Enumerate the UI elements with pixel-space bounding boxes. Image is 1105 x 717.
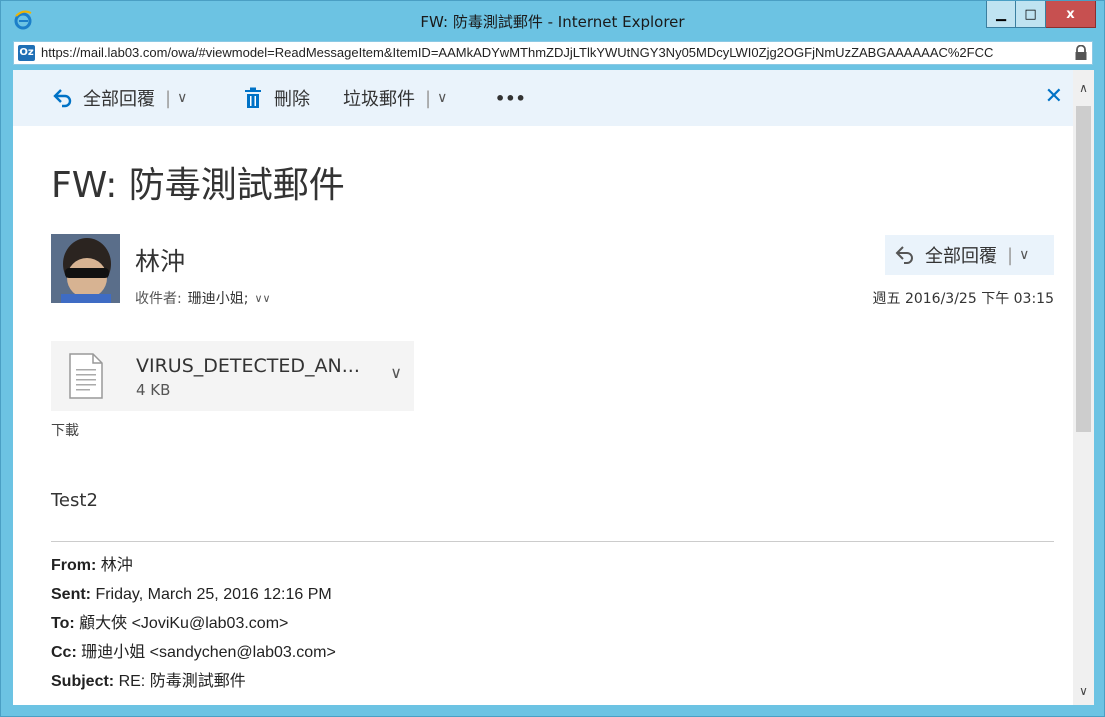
- forwarded-subject-line: Subject: RE: 防毒測試郵件: [51, 667, 336, 696]
- window-controls: ▁ □ x: [986, 1, 1096, 28]
- file-icon: [69, 353, 103, 399]
- from-label: From:: [51, 557, 97, 574]
- vertical-scrollbar[interactable]: ∧ ∨: [1073, 70, 1094, 705]
- chevron-down-icon[interactable]: ∨: [177, 90, 187, 106]
- forwarded-header: From: 林沖 Sent: Friday, March 25, 2016 12…: [51, 551, 336, 696]
- chevron-down-icon[interactable]: ∨: [1019, 247, 1029, 263]
- chevron-down-icon[interactable]: ∨: [437, 90, 447, 106]
- minimize-button[interactable]: ▁: [986, 1, 1016, 28]
- button-separator: |: [1007, 244, 1014, 266]
- lock-icon[interactable]: [1074, 45, 1088, 61]
- reply-all-icon: [895, 246, 913, 264]
- reply-all-button[interactable]: 全部回覆 | ∨: [885, 235, 1054, 275]
- delete-label: 刪除: [274, 89, 310, 110]
- from-value: 林沖: [100, 557, 133, 574]
- maximize-button[interactable]: □: [1016, 1, 1046, 28]
- cc-value: 珊迪小姐 <sandychen@lab03.com>: [81, 644, 336, 661]
- attachment-card[interactable]: VIRUS_DETECTED_AN... 4 KB ∨: [51, 341, 414, 411]
- reply-all-label: 全部回覆: [925, 246, 997, 267]
- url-text[interactable]: https://mail.lab03.com/owa/#viewmodel=Re…: [41, 45, 1066, 60]
- subject-label: Subject:: [51, 673, 115, 690]
- download-link[interactable]: 下載: [51, 420, 79, 440]
- sender-name[interactable]: 林沖: [135, 242, 185, 278]
- junk-button[interactable]: 垃圾郵件 | ∨: [343, 86, 447, 111]
- browser-window: FW: 防毒測試郵件 - Internet Explorer ▁ □ x Oz …: [0, 0, 1105, 717]
- attachment-size: 4 KB: [136, 381, 171, 399]
- toolbar-separator: |: [425, 87, 432, 109]
- message-toolbar: 全部回覆 | ∨ 刪除 垃圾郵件 | ∨ ••• ✕: [13, 70, 1073, 126]
- junk-label: 垃圾郵件: [343, 89, 415, 110]
- forwarded-cc-line: Cc: 珊迪小姐 <sandychen@lab03.com>: [51, 638, 336, 667]
- avatar[interactable]: [51, 234, 120, 303]
- scroll-thumb[interactable]: [1076, 106, 1091, 432]
- message-reading-pane: 全部回覆 | ∨ 刪除 垃圾郵件 | ∨ ••• ✕ ∧ ∨ FW: 防毒測試郵…: [13, 70, 1094, 705]
- chevron-down-icon[interactable]: ∨: [390, 363, 402, 382]
- sent-label: Sent:: [51, 586, 91, 603]
- more-actions-button[interactable]: •••: [495, 86, 526, 110]
- recipients-line: 收件者: 珊迪小姐; ∨∨: [135, 288, 271, 308]
- to-label: To:: [51, 615, 75, 632]
- message-subject: FW: 防毒測試郵件: [51, 165, 345, 206]
- reply-all-icon: [53, 89, 72, 108]
- message-date: 週五 2016/3/25 下午 03:15: [872, 291, 1054, 307]
- cc-label: Cc:: [51, 644, 77, 661]
- attachment-name: VIRUS_DETECTED_AN...: [136, 355, 360, 377]
- window-title: FW: 防毒測試郵件 - Internet Explorer: [420, 13, 685, 31]
- toolbar-separator: |: [165, 87, 172, 109]
- expand-recipients-icon[interactable]: ∨∨: [254, 292, 270, 305]
- title-bar: FW: 防毒測試郵件 - Internet Explorer ▁ □ x: [1, 1, 1104, 39]
- delete-button[interactable]: 刪除: [244, 86, 310, 110]
- forwarded-sent-line: Sent: Friday, March 25, 2016 12:16 PM: [51, 580, 336, 609]
- recipients-label: 收件者:: [135, 291, 182, 307]
- close-icon[interactable]: ✕: [1045, 84, 1063, 109]
- sent-value: Friday, March 25, 2016 12:16 PM: [95, 586, 332, 603]
- recipient-name[interactable]: 珊迪小姐;: [188, 288, 249, 308]
- message-body-text: Test2: [51, 490, 98, 511]
- reply-all-label: 全部回覆: [83, 89, 155, 110]
- scroll-down-arrow-icon[interactable]: ∨: [1073, 679, 1094, 703]
- outlook-favicon-icon: Oz: [18, 45, 35, 61]
- scroll-up-arrow-icon[interactable]: ∧: [1073, 76, 1094, 100]
- reply-all-toolbar-button[interactable]: 全部回覆 | ∨: [53, 86, 187, 110]
- sender-photo: [51, 234, 120, 303]
- address-bar[interactable]: Oz https://mail.lab03.com/owa/#viewmodel…: [13, 41, 1093, 65]
- close-window-button[interactable]: x: [1046, 1, 1096, 28]
- trash-icon: [245, 87, 261, 108]
- forwarded-to-line: To: 顧大俠 <JoviKu@lab03.com>: [51, 609, 336, 638]
- divider: [51, 541, 1054, 542]
- subject-value: RE: 防毒測試郵件: [118, 673, 246, 690]
- to-value: 顧大俠 <JoviKu@lab03.com>: [79, 615, 289, 632]
- forwarded-from-line: From: 林沖: [51, 551, 336, 580]
